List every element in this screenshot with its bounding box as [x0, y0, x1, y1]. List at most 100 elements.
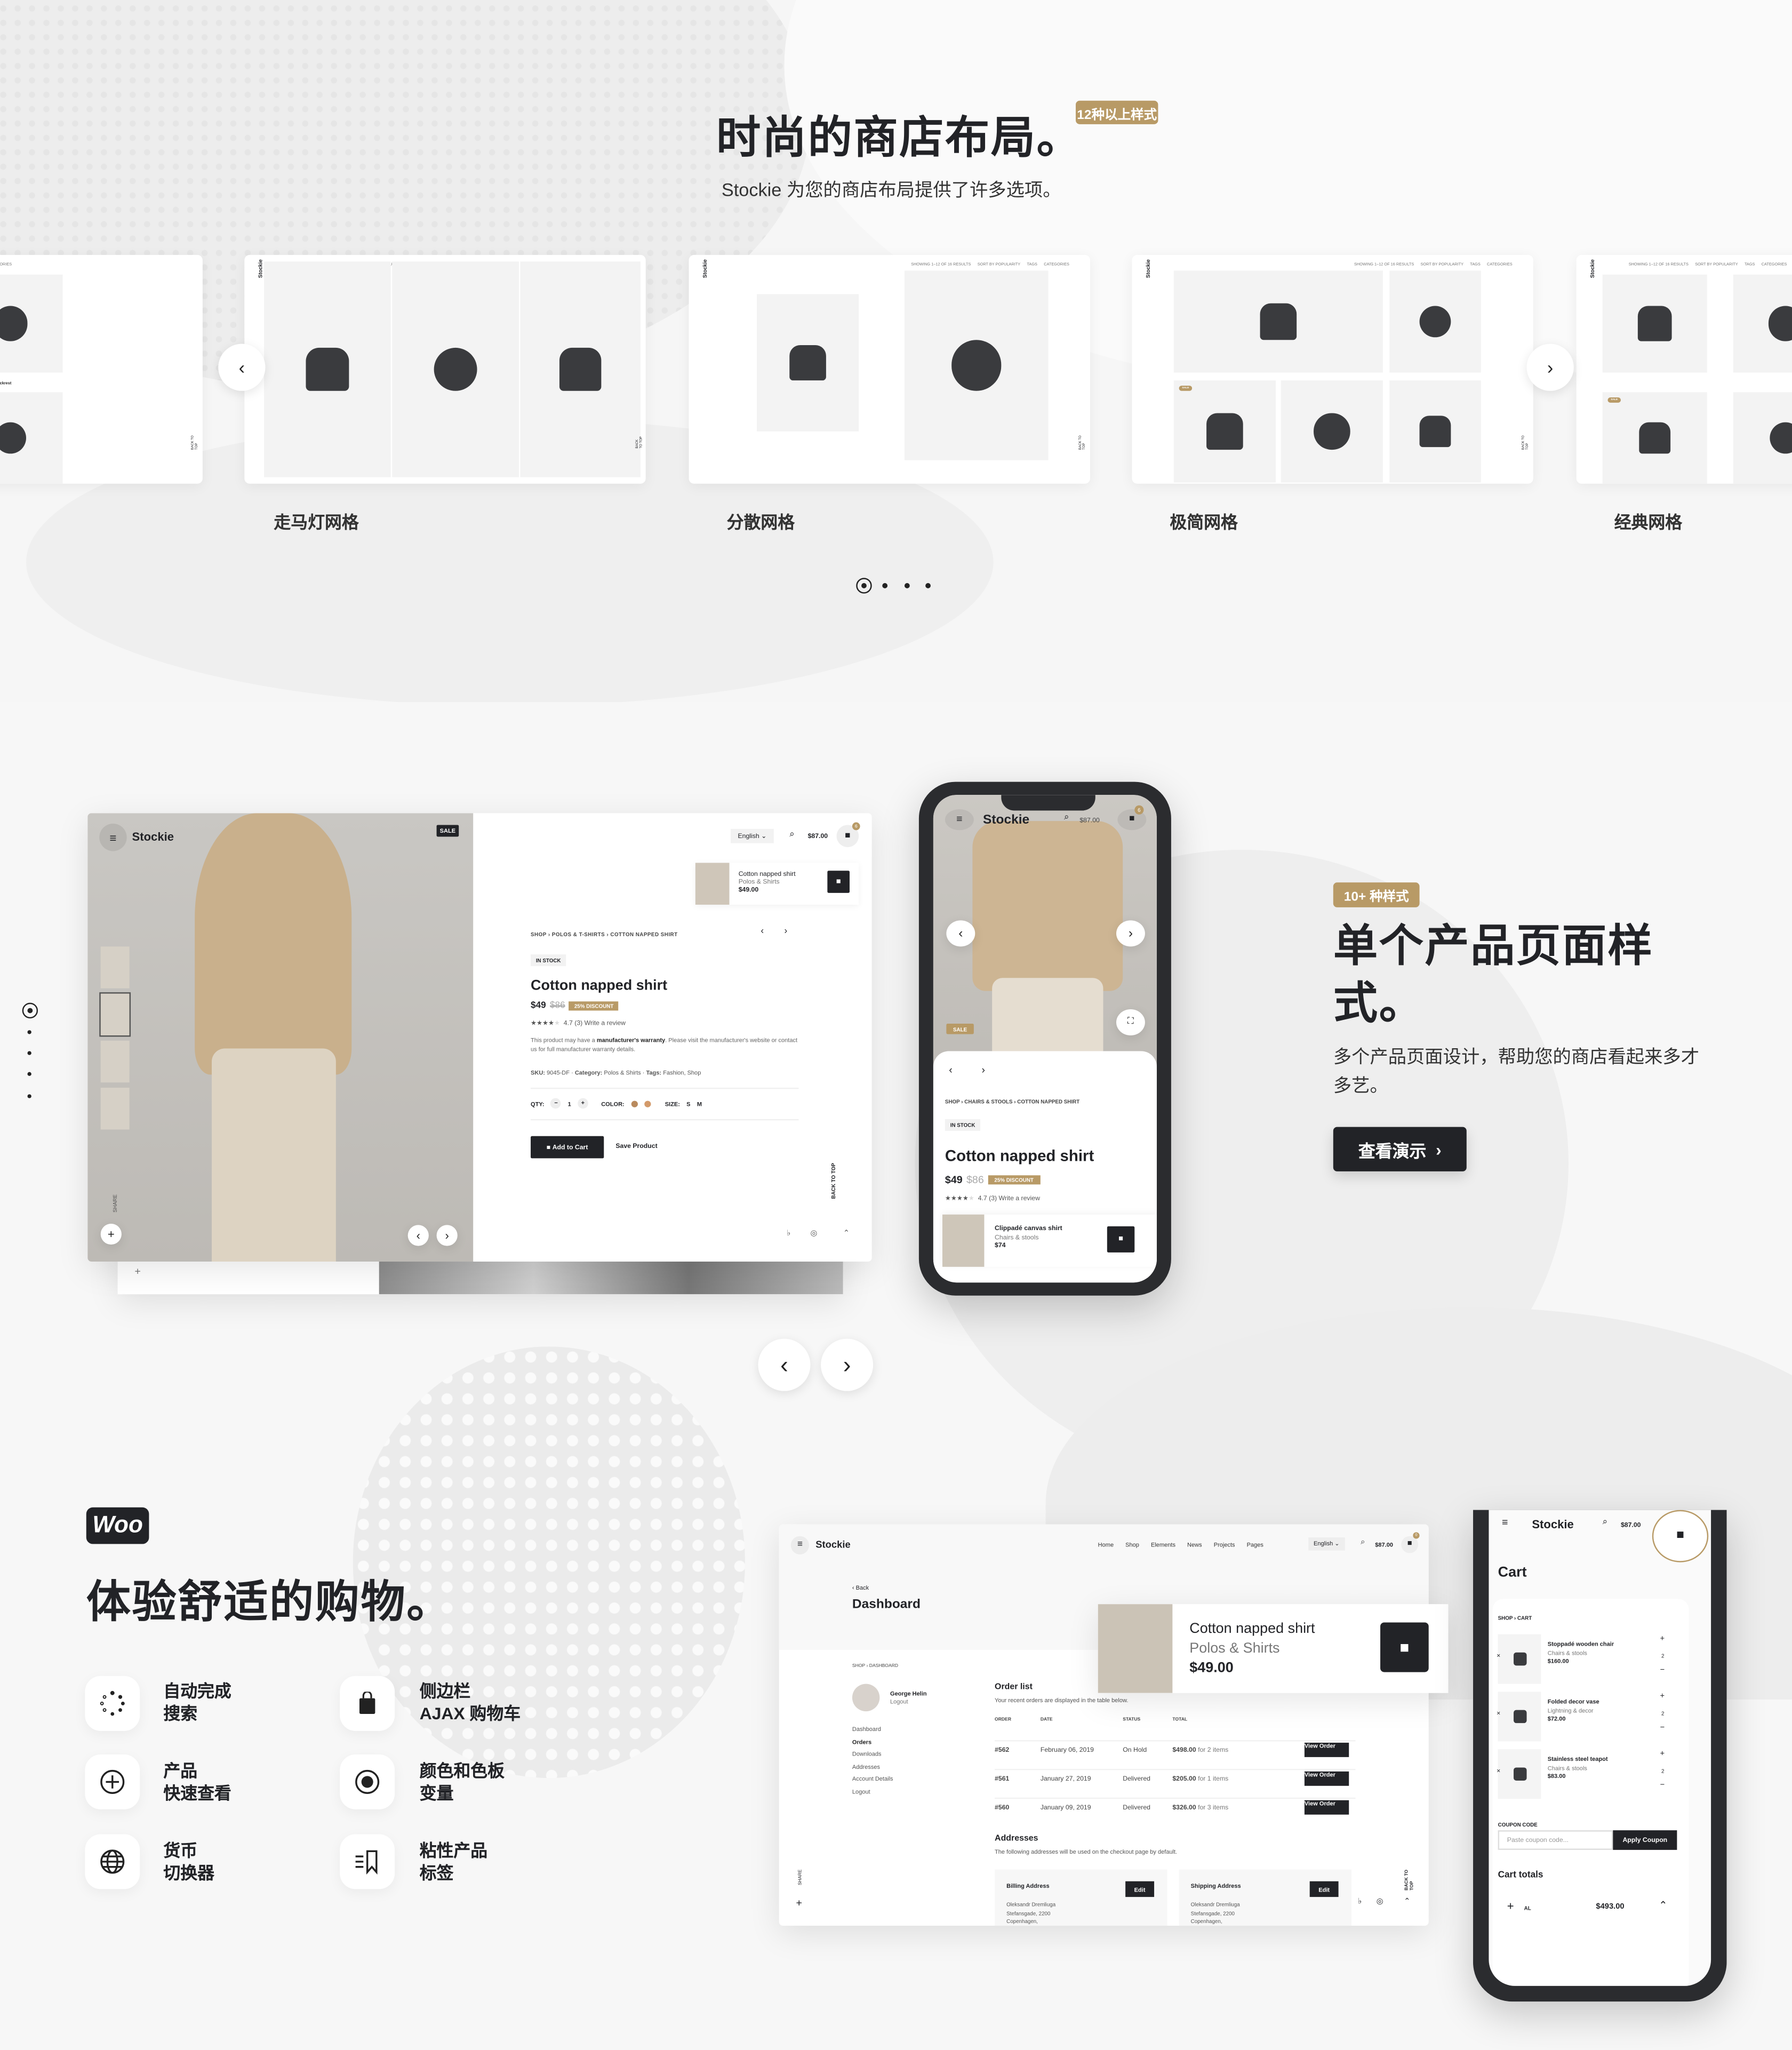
breadcrumb-item[interactable]: SHOP	[852, 1663, 865, 1668]
write-review-link[interactable]: Write a review	[999, 1195, 1040, 1203]
coupon-input[interactable]: Paste coupon code...	[1498, 1830, 1613, 1850]
language-selector[interactable]: English ⌄	[1308, 1537, 1345, 1551]
order-id[interactable]: #560	[995, 1804, 1041, 1812]
product-tile[interactable]	[0, 392, 63, 484]
product-tile[interactable]	[1733, 392, 1792, 484]
product-tile[interactable]	[1389, 380, 1481, 483]
prev-product-button[interactable]: ‹	[949, 1064, 953, 1076]
account-menu-item[interactable]: Downloads	[852, 1748, 893, 1761]
slide-dot-active[interactable]	[22, 1002, 38, 1019]
product-tile[interactable]	[0, 274, 63, 373]
search-icon[interactable]: ⌕	[1064, 813, 1069, 824]
pagination-dot[interactable]	[882, 583, 888, 588]
slider-prev-button[interactable]: ‹	[758, 1338, 811, 1391]
logout-link[interactable]: Logout	[890, 1698, 927, 1706]
category-link[interactable]: Polos & Shirts	[604, 1070, 641, 1076]
image-prev-button[interactable]: ‹	[946, 920, 975, 947]
next-product-button[interactable]: ›	[784, 927, 787, 936]
breadcrumb-item[interactable]: SHOP	[531, 931, 547, 937]
qty-decrease-button[interactable]: −	[1660, 1725, 1665, 1733]
edit-billing-button[interactable]: Edit	[1125, 1881, 1155, 1897]
chevron-up-icon[interactable]: ⌃	[1659, 1900, 1667, 1911]
qty-increase-button[interactable]: +	[578, 1098, 588, 1109]
qty-value[interactable]: 2	[1661, 1710, 1664, 1717]
share-plus-icon[interactable]: +	[796, 1897, 802, 1909]
qty-value[interactable]: 2	[1661, 1653, 1664, 1659]
slide-dot[interactable]	[27, 1072, 31, 1076]
qty-increase-button[interactable]: +	[1660, 1636, 1665, 1644]
menu-button[interactable]: ≡	[790, 1536, 810, 1555]
slide-dot[interactable]	[27, 1051, 31, 1055]
foursquare-icon[interactable]: ♭	[1358, 1897, 1362, 1907]
instagram-icon[interactable]: ◎	[1377, 1897, 1383, 1907]
thumbnail-active[interactable]	[99, 992, 131, 1037]
pagination-dot[interactable]	[904, 583, 910, 588]
account-menu-item[interactable]: Logout	[852, 1786, 893, 1799]
slide-dot[interactable]	[27, 1030, 31, 1034]
qty-value[interactable]: 2	[1661, 1767, 1664, 1774]
product-tile[interactable]	[757, 294, 859, 432]
back-to-top-label[interactable]: BACK TO TOP	[1404, 1865, 1414, 1891]
account-menu-item[interactable]: Addresses	[852, 1761, 893, 1774]
menu-button[interactable]: ≡	[945, 809, 974, 831]
size-option[interactable]: S	[686, 1100, 690, 1106]
qty-increase-button[interactable]: +	[1660, 1751, 1665, 1759]
image-prev-button[interactable]: ‹	[407, 1225, 429, 1246]
layout-card[interactable]: SHOWING 1–12 OF 16 RESULTSSORT BY POPULA…	[0, 254, 203, 484]
language-selector[interactable]: English ⌄	[730, 828, 774, 843]
color-swatch[interactable]	[630, 1100, 638, 1107]
nav-item[interactable]: Elements	[1151, 1541, 1175, 1548]
nav-item[interactable]: Pages	[1247, 1541, 1263, 1548]
chevron-up-icon[interactable]: ⌃	[1404, 1897, 1410, 1907]
product-tile[interactable]: SALE	[1173, 380, 1276, 483]
menu-button[interactable]: ≡	[99, 824, 127, 851]
color-swatch[interactable]	[644, 1100, 651, 1107]
pagination-dot[interactable]	[925, 583, 931, 588]
tags-link[interactable]: Fashion, Shop	[663, 1070, 701, 1076]
cart-button[interactable]: ■	[1652, 1510, 1709, 1562]
product-tile[interactable]	[1733, 274, 1792, 373]
product-tile[interactable]	[520, 261, 641, 477]
product-tile[interactable]	[392, 261, 519, 477]
layout-card[interactable]: SHOWING 1–12 OF 16 RESULTSSORT BY POPULA…	[1576, 254, 1792, 484]
breadcrumb-item[interactable]: SHOP	[1498, 1615, 1513, 1621]
mini-add-to-cart-button[interactable]: ■	[827, 871, 850, 893]
qty-decrease-button[interactable]: −	[1660, 1667, 1665, 1675]
pagination-dot-active[interactable]	[856, 578, 872, 594]
slide-dot[interactable]	[27, 1094, 31, 1098]
thumbnail[interactable]	[100, 1088, 130, 1130]
breadcrumb-item[interactable]: SHOP	[945, 1098, 960, 1105]
product-tile[interactable]	[1281, 380, 1383, 483]
layout-card[interactable]: SHOWING 1–12 OF 16 RESULTSSORT BY POPULA…	[1132, 254, 1533, 484]
plus-icon[interactable]: +	[1507, 1900, 1514, 1913]
next-product-button[interactable]: ›	[982, 1064, 986, 1076]
product-tile[interactable]	[264, 261, 391, 477]
image-next-button[interactable]: ›	[436, 1225, 458, 1246]
qty-decrease-button[interactable]: −	[550, 1098, 562, 1109]
product-tile[interactable]	[1389, 270, 1481, 373]
chevron-up-icon[interactable]: ⌃	[843, 1229, 850, 1238]
search-icon[interactable]: ⌕	[789, 830, 795, 841]
account-menu-item[interactable]: Dashboard	[852, 1723, 893, 1736]
nav-item[interactable]: Home	[1098, 1541, 1114, 1548]
qty-increase-button[interactable]: +	[1660, 1693, 1665, 1701]
edit-shipping-button[interactable]: Edit	[1309, 1881, 1339, 1897]
back-to-top-label[interactable]: BACK TO TOP	[830, 1163, 836, 1199]
product-tile[interactable]	[1602, 274, 1707, 373]
nav-item[interactable]: News	[1187, 1541, 1202, 1548]
size-option[interactable]: M	[697, 1100, 702, 1106]
product-tile[interactable]	[904, 270, 1049, 460]
image-next-button[interactable]: ›	[1116, 920, 1145, 947]
carousel-next-button[interactable]: ›	[1526, 344, 1574, 391]
search-icon[interactable]: ⌕	[1361, 1539, 1365, 1548]
add-to-cart-button[interactable]: ■ Add to Cart	[531, 1136, 604, 1159]
breadcrumb-item[interactable]: POLOS & T-SHIRTS	[552, 931, 605, 937]
breadcrumb-item[interactable]: CHAIRS & STOOLS	[964, 1098, 1012, 1105]
view-order-button[interactable]: View Order	[1304, 1742, 1349, 1757]
back-to-top-label[interactable]: BACK TO TOP	[1078, 434, 1086, 450]
remove-item-button[interactable]: ×	[1497, 1767, 1500, 1775]
back-to-top-label[interactable]: BACK TO TOP	[635, 435, 643, 448]
order-id[interactable]: #562	[995, 1746, 1041, 1754]
thumbnail[interactable]	[100, 946, 130, 988]
layout-card[interactable]: SHOWING 1–12 OF 16 RESULTSSORT BY POPULA…	[244, 254, 646, 484]
